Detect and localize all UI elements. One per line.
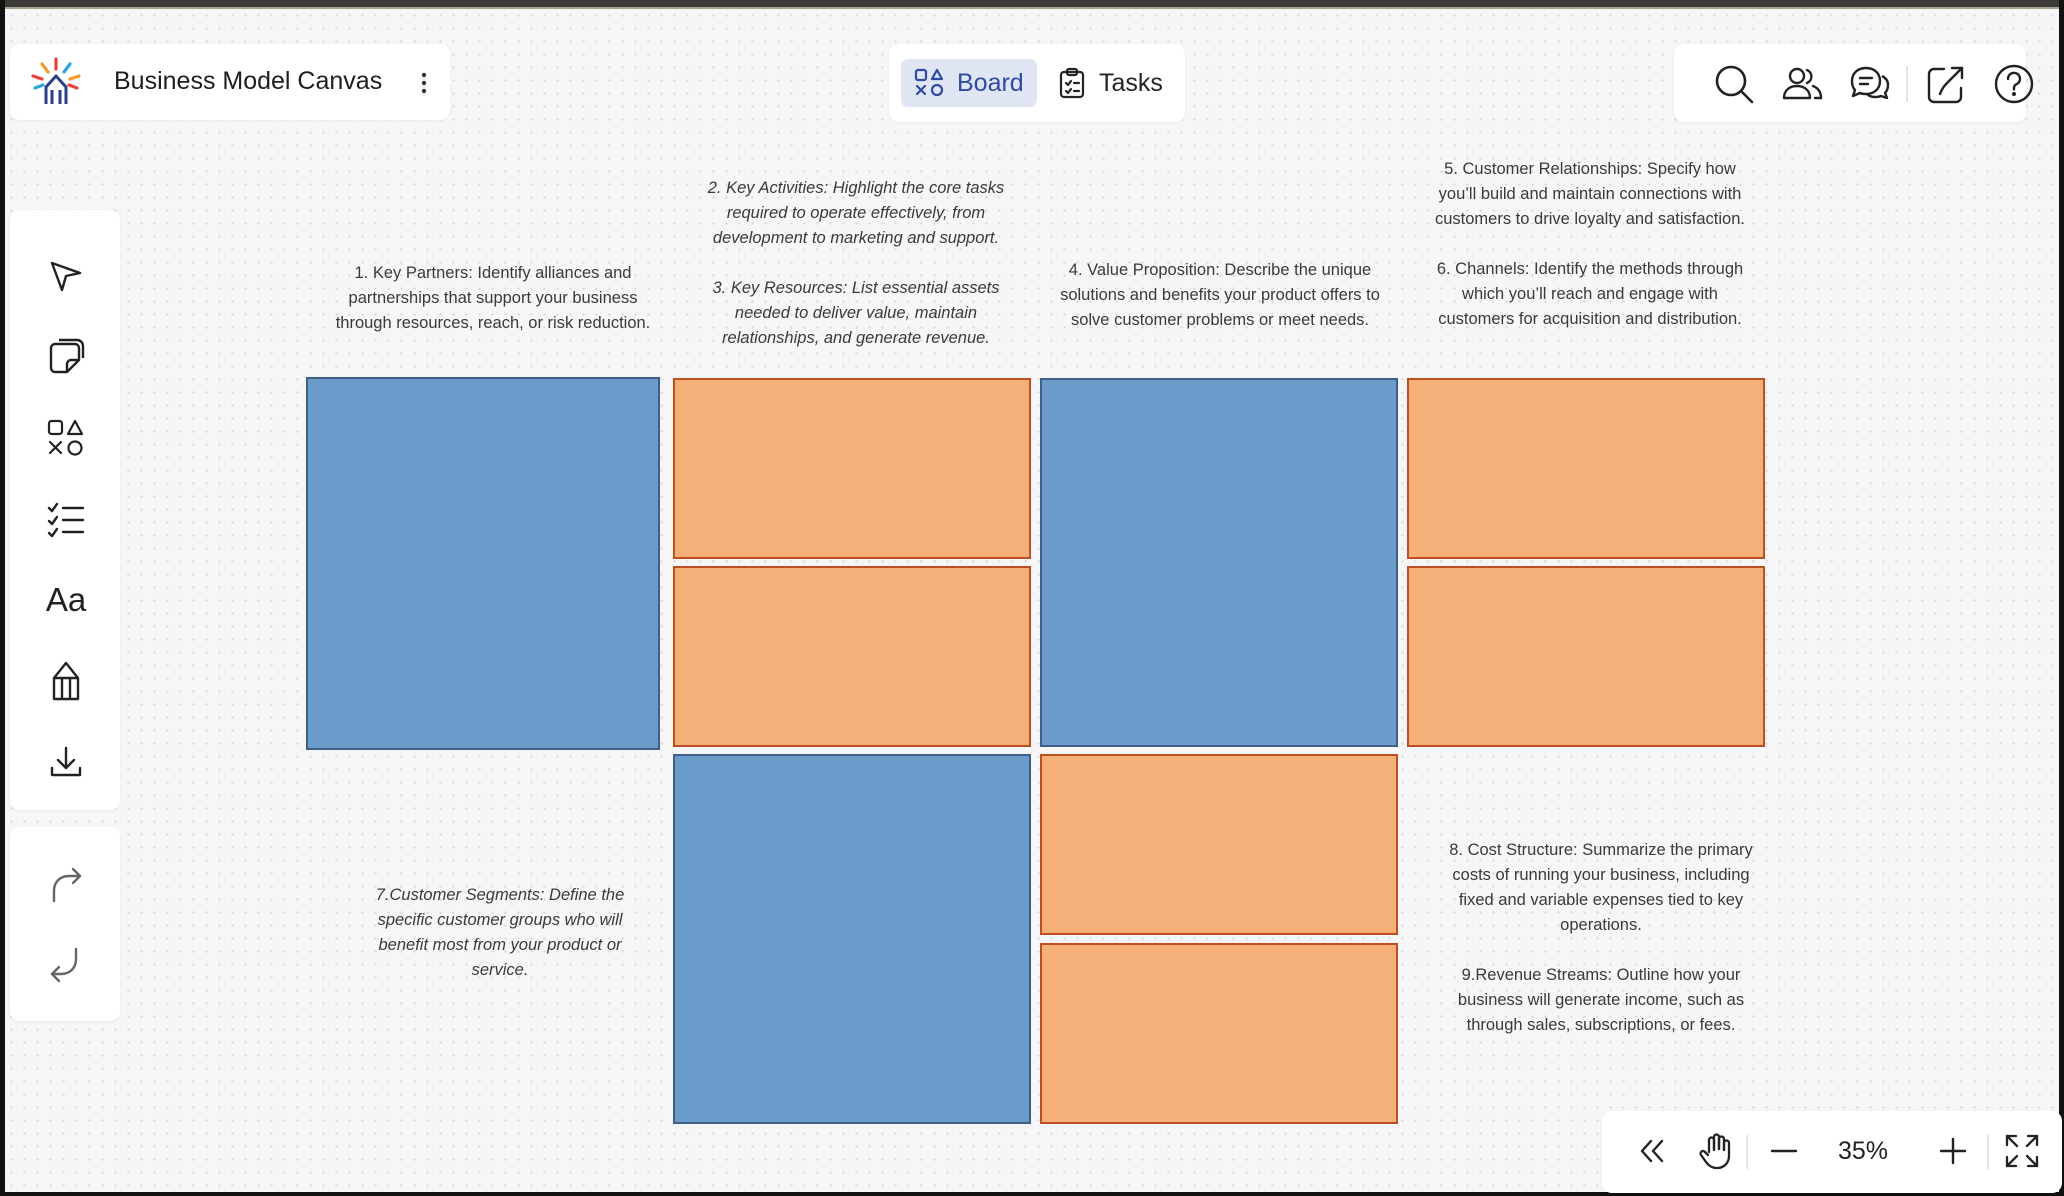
fullscreen-icon: [2005, 1134, 2039, 1168]
customer-segments-block[interactable]: [673, 754, 1031, 1124]
shapes-icon: [47, 419, 84, 456]
download-tool[interactable]: [40, 736, 92, 788]
revenue-streams-text: 9.Revenue Streams: Outline how your busi…: [1457, 966, 1745, 1034]
board-view-icon: [914, 68, 944, 97]
revenue-streams-block[interactable]: [1040, 943, 1398, 1124]
tab-board-label: Board: [957, 68, 1024, 97]
activities-resources-note[interactable]: 2. Key Activities: Highlight the core ta…: [696, 176, 1016, 351]
redo-button[interactable]: [40, 859, 92, 911]
tab-tasks-label: Tasks: [1099, 68, 1163, 97]
window-top-border: [0, 0, 2064, 9]
zoom-in-button[interactable]: [1929, 1127, 1977, 1175]
value-proposition-block[interactable]: [1040, 378, 1398, 747]
whiteboard-canvas[interactable]: Business Model Canvas Board Tasks Aa 1. …: [5, 9, 2062, 1193]
fullscreen-button[interactable]: [1998, 1127, 2046, 1175]
checklist-tool[interactable]: [40, 493, 92, 545]
actions-divider: [1906, 66, 1908, 102]
collapse-button[interactable]: [1628, 1127, 1676, 1175]
zoom-divider-right: [1987, 1135, 1989, 1169]
plus-icon: [1939, 1137, 1967, 1165]
double-chevron-left-icon: [1640, 1139, 1664, 1163]
pencil-tool[interactable]: [40, 655, 92, 707]
text-tool[interactable]: Aa: [40, 574, 92, 626]
window-right-border: [2059, 0, 2064, 1196]
customer-segments-note[interactable]: 7.Customer Segments: Define the specific…: [360, 883, 640, 983]
comments-icon[interactable]: [1848, 62, 1892, 106]
app-logo-icon[interactable]: [28, 54, 84, 110]
zoom-out-button[interactable]: [1760, 1127, 1808, 1175]
pen-tool[interactable]: [40, 250, 92, 302]
channels-text: 6. Channels: Identify the methods throug…: [1436, 260, 1744, 328]
undo-button[interactable]: [40, 939, 92, 991]
customer-segments-text: 7.Customer Segments: Define the specific…: [375, 886, 625, 979]
sticky-note-icon: [49, 338, 85, 374]
key-partners-text: 1. Key Partners: Identify alliances and …: [335, 264, 651, 332]
checklist-icon: [47, 502, 85, 538]
key-resources-text: 3. Key Resources: List essential assets …: [712, 279, 1000, 347]
value-proposition-text: 4. Value Proposition: Describe the uniqu…: [1060, 261, 1380, 329]
redo-icon: [52, 867, 82, 903]
search-icon[interactable]: [1712, 62, 1756, 106]
key-activities-block[interactable]: [673, 378, 1031, 559]
cost-revenue-note[interactable]: 8. Cost Structure: Summarize the primary…: [1441, 838, 1761, 1038]
minus-icon: [1770, 1149, 1798, 1153]
users-icon[interactable]: [1780, 62, 1824, 106]
shapes-tool[interactable]: [40, 412, 92, 464]
help-icon[interactable]: [1992, 62, 2036, 106]
zoom-toolbar: 35%: [1602, 1111, 2062, 1193]
tab-tasks[interactable]: Tasks: [1045, 59, 1175, 107]
more-options-icon[interactable]: [414, 68, 434, 98]
key-activities-text: 2. Key Activities: Highlight the core ta…: [707, 179, 1005, 247]
tasks-clipboard-icon: [1059, 67, 1085, 99]
zoom-level[interactable]: 35%: [1810, 1137, 1916, 1166]
customer-relationships-text: 5. Customer Relationships: Specify how y…: [1435, 160, 1745, 228]
pencil-icon: [52, 661, 80, 701]
pen-icon: [50, 261, 82, 292]
header-actions: [1674, 44, 2034, 122]
text-icon: Aa: [45, 581, 87, 618]
key-partners-note[interactable]: 1. Key Partners: Identify alliances and …: [328, 261, 658, 336]
zoom-divider-left: [1746, 1135, 1748, 1169]
undo-icon: [50, 947, 78, 983]
key-partners-block[interactable]: [306, 377, 660, 750]
history-toolbar: [10, 827, 120, 1021]
title-bar: Business Model Canvas: [10, 44, 450, 120]
sticky-note-tool[interactable]: [40, 331, 92, 383]
download-icon: [50, 746, 82, 777]
tools-toolbar: Aa: [10, 210, 120, 810]
view-switcher: Board Tasks: [889, 44, 1185, 122]
pan-tool[interactable]: [1692, 1127, 1740, 1175]
value-proposition-note[interactable]: 4. Value Proposition: Describe the uniqu…: [1055, 258, 1385, 333]
channels-block[interactable]: [1407, 566, 1765, 747]
cost-structure-block[interactable]: [1040, 754, 1398, 935]
relationships-channels-note[interactable]: 5. Customer Relationships: Specify how y…: [1425, 157, 1755, 332]
share-icon[interactable]: [1924, 62, 1968, 106]
key-resources-block[interactable]: [673, 566, 1031, 747]
board-title[interactable]: Business Model Canvas: [114, 67, 382, 96]
cost-structure-text: 8. Cost Structure: Summarize the primary…: [1449, 841, 1753, 934]
tab-board[interactable]: Board: [901, 59, 1037, 107]
hand-icon: [1699, 1133, 1731, 1170]
customer-relationships-block[interactable]: [1407, 378, 1765, 559]
